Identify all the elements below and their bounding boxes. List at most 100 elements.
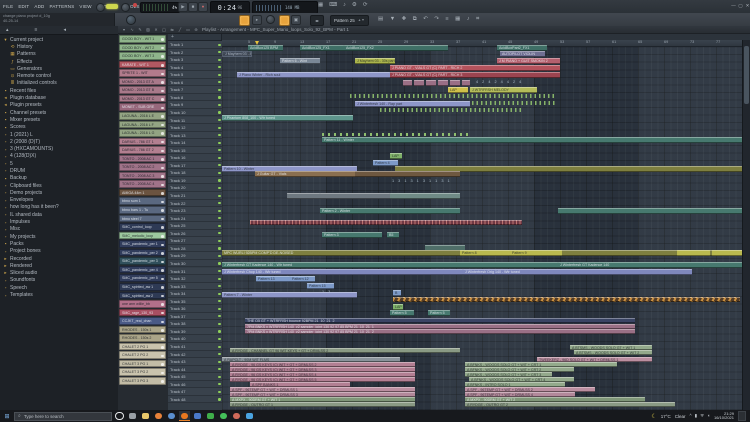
track-row-header[interactable]: Track 41 xyxy=(168,343,222,351)
browser-item[interactable]: ▦Patterns xyxy=(0,51,118,58)
playlist-clip[interactable]: J WTRFRSH MELODY xyxy=(470,87,537,93)
browser-item[interactable]: ▫DRUM xyxy=(0,167,118,174)
playlist-clip[interactable] xyxy=(450,80,460,86)
typing-keyboard-icon[interactable]: ⌨ xyxy=(329,2,337,8)
track-row-header[interactable]: Track 46 xyxy=(168,381,222,389)
playlist-clip[interactable]: LAP xyxy=(448,87,468,93)
track-mute-led[interactable] xyxy=(218,225,220,227)
track-mute-led[interactable] xyxy=(218,300,220,302)
playlist-clip[interactable] xyxy=(472,101,555,105)
channel-button[interactable]: CCJKT_real_chan xyxy=(119,317,166,325)
track-mute-led[interactable] xyxy=(218,142,220,144)
network-icon[interactable]: ᯤ xyxy=(700,413,704,419)
channel-button[interactable]: GOOD BOY - WIT 2 xyxy=(119,44,166,52)
browser-item[interactable]: ▫3 (HXCAMOUNTS) xyxy=(0,145,118,152)
browser-item[interactable]: ▾Current project xyxy=(0,36,118,43)
playlist-clip[interactable]: Pattern 5 xyxy=(428,310,450,316)
playlist-clip[interactable]: B5 xyxy=(387,232,399,238)
playlist-clip[interactable]: Pattern 7 - Winter xyxy=(222,292,357,298)
multilink-button[interactable]: ▣ xyxy=(291,15,301,25)
paint-tool-icon[interactable]: ▨ xyxy=(145,27,151,32)
playlist-clip[interactable]: A RYDGE - CHANNEL GT 96 WIT KEYS + GT + … xyxy=(230,348,460,353)
fl-studio-icon[interactable] xyxy=(179,411,190,421)
channel-mute-led[interactable] xyxy=(161,329,164,332)
track-mute-led[interactable] xyxy=(218,74,220,76)
snap-selector[interactable]: ◂▸ xyxy=(310,15,324,26)
track-mute-led[interactable] xyxy=(218,247,220,249)
track-row-header[interactable]: Track 14 xyxy=(168,139,222,147)
volume-icon[interactable]: ◖ xyxy=(707,413,710,419)
sheets-icon[interactable] xyxy=(205,411,216,421)
browser-item[interactable]: ▪Channel presets xyxy=(0,109,118,116)
browser-item[interactable]: ▪Scores xyxy=(0,124,118,131)
select-tool-icon[interactable]: ▭ xyxy=(185,27,191,32)
channel-button[interactable]: SMC_pandemic_per 5 xyxy=(119,274,166,282)
playlist-clip[interactable] xyxy=(677,250,710,256)
channel-button[interactable]: RHODES - 150s 1 xyxy=(119,326,166,334)
track-row-header[interactable]: Track 25 xyxy=(168,222,222,230)
playlist-clip[interactable]: Pattern 2 - Winter xyxy=(320,208,460,214)
channel-button[interactable]: MOMO - 2013 GT B xyxy=(119,86,166,94)
playlist-clip[interactable]: J Piano Winter - Rich soul xyxy=(237,72,390,78)
playlist-clip[interactable]: B xyxy=(393,290,401,296)
track-mute-led[interactable] xyxy=(218,104,220,106)
vertical-scrollbar[interactable] xyxy=(742,40,750,410)
channel-button[interactable]: bbno steel 7 xyxy=(119,215,166,223)
track-row-header[interactable]: Track 23 xyxy=(168,207,222,215)
track-mute-led[interactable] xyxy=(218,164,220,166)
browser-item[interactable]: ▫Envelopes xyxy=(0,197,118,204)
playlist-clip[interactable] xyxy=(355,171,460,177)
channel-mute-led[interactable] xyxy=(161,295,164,298)
channel-button[interactable]: AMIGA 44m 1 xyxy=(119,189,166,197)
file-explorer-icon[interactable] xyxy=(140,411,151,421)
playlist-clip[interactable]: AcidBox125 BPM xyxy=(248,45,283,51)
browser-item[interactable]: ▫Speech xyxy=(0,284,118,291)
browser-item[interactable]: ◂Plugin presets xyxy=(0,102,118,109)
cortana-icon[interactable] xyxy=(114,411,125,421)
channel-mute-led[interactable] xyxy=(161,141,164,144)
track-row-header[interactable]: Track 15 xyxy=(168,147,222,155)
track-row-header[interactable]: Track 7 xyxy=(168,86,222,94)
playlist-clip[interactable] xyxy=(322,133,470,136)
channel-button[interactable]: SMC_melodic_loop xyxy=(119,232,166,240)
delete-tool-icon[interactable]: ✕ xyxy=(153,27,159,32)
browser-item[interactable]: ◂Plugin database xyxy=(0,94,118,101)
browser-item[interactable]: ▫IL shared data xyxy=(0,211,118,218)
playlist-clip[interactable]: J M PIANO + GUIT SMOKIN 2 xyxy=(497,58,560,64)
track-mute-led[interactable] xyxy=(218,217,220,219)
channel-mute-led[interactable] xyxy=(161,278,164,281)
browser-item[interactable]: ▫4 (128(D)X) xyxy=(0,153,118,160)
track-mute-led[interactable] xyxy=(218,89,220,91)
playlist-clip[interactable]: Pattern 15 xyxy=(307,283,334,289)
channel-mute-led[interactable] xyxy=(161,124,164,127)
track-row-header[interactable]: Track 20 xyxy=(168,184,222,192)
weather-desc[interactable]: Clear xyxy=(675,414,686,419)
track-row-header[interactable]: Track 1 xyxy=(168,41,222,49)
track-row-header[interactable]: Track 44 xyxy=(168,366,222,374)
photos-icon[interactable] xyxy=(192,411,203,421)
record-led-icon[interactable] xyxy=(133,3,137,7)
browser-item[interactable]: ▭Generators xyxy=(0,65,118,72)
playlist-clip[interactable]: LAP xyxy=(390,153,402,159)
track-row-header[interactable]: Track 29 xyxy=(168,252,222,260)
playlist-clip[interactable]: J Winterfresh 140 - Rap part xyxy=(355,101,470,107)
channel-button[interactable]: bbno sum 1 xyxy=(119,197,166,205)
channel-mute-led[interactable] xyxy=(161,175,164,178)
channel-mute-led[interactable] xyxy=(161,321,164,324)
browser-item[interactable]: ▪Packs xyxy=(0,240,118,247)
channel-button[interactable]: SMC_spirited_aw 2 xyxy=(119,292,166,300)
track-row-header[interactable]: Track 30 xyxy=(168,260,222,268)
track-mute-led[interactable] xyxy=(218,338,220,340)
track-mute-led[interactable] xyxy=(218,172,220,174)
playlist-clip[interactable]: J Winterfresh Orig 140 - Wtr tuned xyxy=(463,269,692,275)
menu-item-view[interactable]: VIEW xyxy=(79,4,91,9)
channel-mute-led[interactable] xyxy=(161,372,164,375)
playlist-clip[interactable]: AcidBox125_FX1 xyxy=(300,45,344,51)
playlist-clip[interactable]: J Winterfresh GT Kadence 140 xyxy=(558,262,742,268)
track-row-header[interactable]: Track 33 xyxy=(168,283,222,291)
track-row-header[interactable]: Track 16 xyxy=(168,154,222,162)
playlist-clip[interactable]: Pattern 13 xyxy=(256,276,290,282)
playlist-clip[interactable]: 4 2 4 2 4 4 2 4 xyxy=(474,80,549,86)
slip-tool-icon[interactable]: ⇆ xyxy=(169,27,175,32)
maximize-button[interactable]: ▢ xyxy=(737,2,744,9)
